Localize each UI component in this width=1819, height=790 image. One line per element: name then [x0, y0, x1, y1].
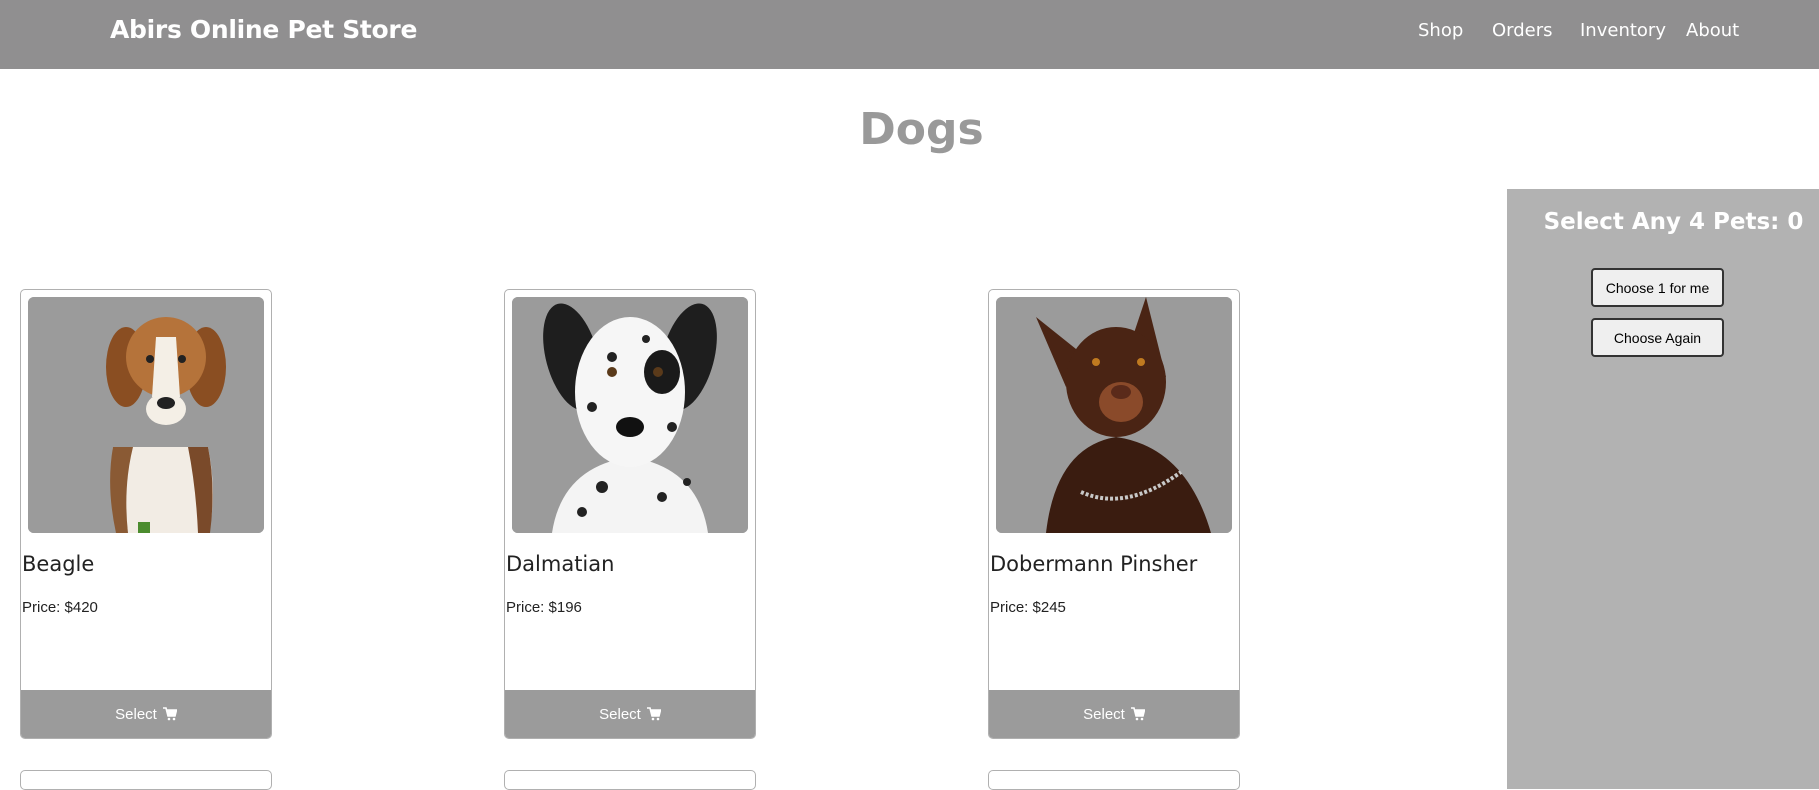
product-name: Dobermann Pinsher: [990, 552, 1198, 576]
product-name: Beagle: [22, 552, 95, 576]
nav-link-shop[interactable]: Shop: [1418, 20, 1463, 41]
product-card-next: [988, 770, 1240, 790]
nav-link-orders[interactable]: Orders: [1492, 20, 1553, 41]
product-card-next: [20, 770, 272, 790]
navbar: Abirs Online Pet Store Shop Orders Inven…: [0, 0, 1819, 69]
product-image-dalmatian: [512, 297, 748, 533]
select-label: Select: [599, 705, 641, 723]
price-label: Price:: [22, 599, 65, 616]
product-card-beagle: Beagle Price: $420 Select: [20, 289, 272, 739]
select-button-dalmatian[interactable]: Select: [505, 690, 755, 738]
choose-one-button[interactable]: Choose 1 for me: [1591, 268, 1724, 307]
nav-link-about[interactable]: About: [1686, 20, 1739, 41]
beagle-image: [28, 297, 264, 533]
product-image-beagle: [28, 297, 264, 533]
select-button-beagle[interactable]: Select: [21, 690, 271, 738]
product-name: Dalmatian: [506, 552, 615, 576]
product-card-dobermann: Dobermann Pinsher Price: $245 Select: [988, 289, 1240, 739]
nav-links: Shop Orders Inventory About: [0, 20, 1819, 50]
dobermann-image: [996, 297, 1232, 533]
cart-icon: [162, 707, 178, 721]
selection-title-prefix: Select Any 4 Pets:: [1543, 209, 1788, 235]
cart-icon: [1130, 707, 1146, 721]
product-price: Price: $196: [506, 599, 582, 616]
price-value: $420: [64, 599, 98, 616]
select-label: Select: [1083, 705, 1125, 723]
selection-title: Select Any 4 Pets: 0: [1507, 209, 1819, 235]
nav-link-inventory[interactable]: Inventory: [1580, 20, 1666, 41]
select-label: Select: [115, 705, 157, 723]
product-card-dalmatian: Dalmatian Price: $196 Select: [504, 289, 756, 739]
page-title: Dogs: [859, 104, 984, 155]
cart-icon: [646, 707, 662, 721]
price-label: Price:: [990, 599, 1033, 616]
product-card-next: [504, 770, 756, 790]
product-image-dobermann: [996, 297, 1232, 533]
selection-panel: Select Any 4 Pets: 0 Choose 1 for me Cho…: [1507, 189, 1819, 789]
dalmatian-image: [512, 297, 748, 533]
price-value: $196: [548, 599, 582, 616]
price-label: Price:: [506, 599, 549, 616]
choose-again-button[interactable]: Choose Again: [1591, 318, 1724, 357]
product-price: Price: $420: [22, 599, 98, 616]
product-price: Price: $245: [990, 599, 1066, 616]
price-value: $245: [1032, 599, 1066, 616]
select-button-dobermann[interactable]: Select: [989, 690, 1239, 738]
selection-count: 0: [1787, 209, 1804, 235]
